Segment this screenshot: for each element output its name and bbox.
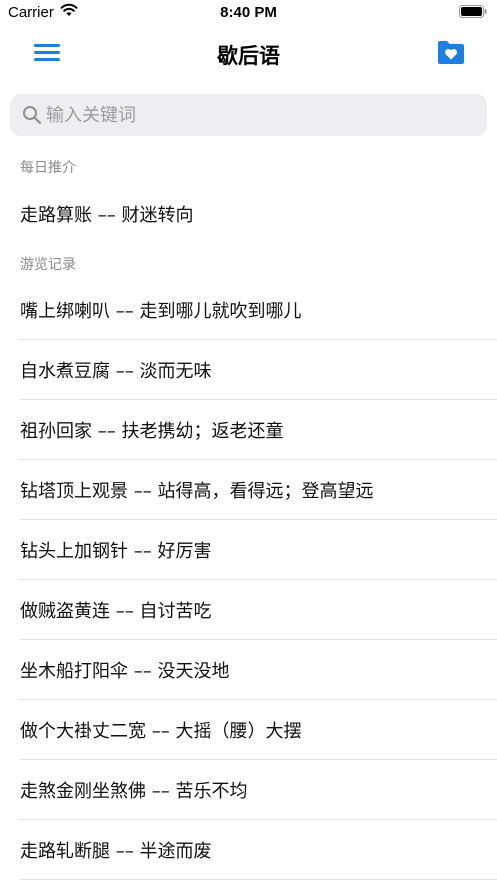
list-item[interactable]: 做个大褂丈二宽 –– 大摇（腰）大摆 <box>0 700 497 760</box>
list-item[interactable]: 走煞金刚坐煞佛 –– 苦乐不均 <box>0 760 497 820</box>
search-bar[interactable] <box>10 94 487 136</box>
list-item[interactable]: 走路轧断腿 –– 半途而废 <box>0 820 497 880</box>
status-time: 8:40 PM <box>220 4 277 21</box>
list-item-text: 坐木船打阳伞 –– 没天没地 <box>20 661 230 682</box>
navigation-bar: 歇后语 <box>0 30 497 76</box>
favorites-folder-icon[interactable] <box>437 39 465 65</box>
list-item[interactable]: 钻头上加钢针 –– 好厉害 <box>0 520 497 580</box>
search-icon <box>23 106 42 125</box>
list-item-text: 自水煮豆腐 –– 淡而无味 <box>20 361 212 382</box>
list-item[interactable]: 祖孙回家 –– 扶老携幼；返老还童 <box>0 400 497 460</box>
section-header-history: 游览记录 <box>20 257 76 273</box>
list-item-text: 走路算账 –– 财迷转向 <box>20 205 194 226</box>
list-item-text: 做贼盗黄连 –– 自讨苦吃 <box>20 601 212 622</box>
list-item[interactable]: 钻塔顶上观景 –– 站得高，看得远；登高望远 <box>0 460 497 520</box>
list-item[interactable]: 坐木船打阳伞 –– 没天没地 <box>0 640 497 700</box>
section-header-daily: 每日推介 <box>20 160 76 176</box>
list-item[interactable]: 走路算账 –– 财迷转向 <box>0 184 497 244</box>
search-input[interactable] <box>46 100 466 130</box>
list-item-text: 祖孙回家 –– 扶老携幼；返老还童 <box>20 421 284 442</box>
status-bar: Carrier 8:40 PM <box>0 0 497 26</box>
page-title: 歇后语 <box>217 44 280 68</box>
battery-icon <box>459 5 487 18</box>
list-item-text: 嘴上绑喇叭 –– 走到哪儿就吹到哪儿 <box>20 301 302 322</box>
row-divider <box>20 879 497 880</box>
list-item[interactable]: 嘴上绑喇叭 –– 走到哪儿就吹到哪儿 <box>0 280 497 340</box>
list-item-text: 钻塔顶上观景 –– 站得高，看得远；登高望远 <box>20 481 374 502</box>
list-item-text: 走路轧断腿 –– 半途而废 <box>20 841 212 862</box>
list-item[interactable]: 做贼盗黄连 –– 自讨苦吃 <box>0 580 497 640</box>
list-item-text: 钻头上加钢针 –– 好厉害 <box>20 541 212 562</box>
list-item-text: 走煞金刚坐煞佛 –– 苦乐不均 <box>20 781 248 802</box>
list-item[interactable]: 自水煮豆腐 –– 淡而无味 <box>0 340 497 400</box>
list-item-text: 做个大褂丈二宽 –– 大摇（腰）大摆 <box>20 721 302 742</box>
